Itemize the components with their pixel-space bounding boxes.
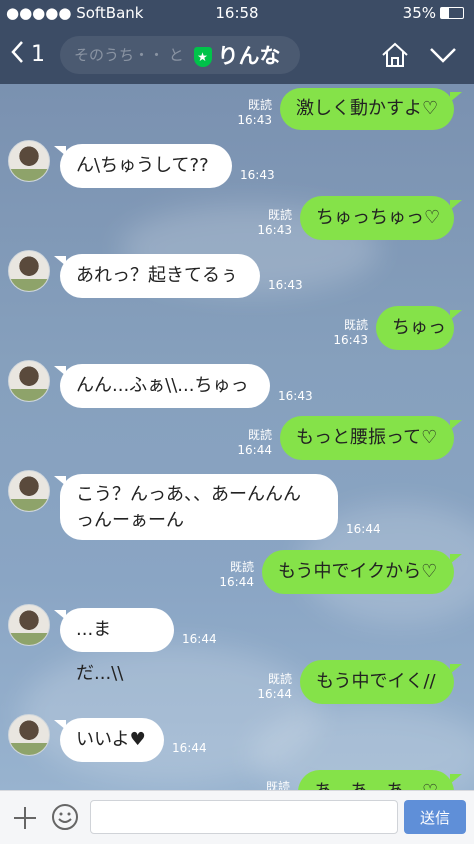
read-receipt: 既読 [267, 672, 292, 686]
message-time: 16:43 [257, 223, 292, 237]
message-time: 16:44 [219, 575, 254, 589]
send-button[interactable]: 送信 [404, 800, 466, 834]
message-list[interactable]: 既読 16:43 激しく動かすよ♡ ん\ちゅうして?? 16:43 既読 16:43… [0, 84, 474, 790]
avatar[interactable] [8, 360, 50, 402]
message-time: 16:44 [237, 443, 272, 457]
emoji-icon[interactable] [50, 802, 80, 832]
avatar[interactable] [8, 470, 50, 512]
chat-header: 1 そのうち・・ と ★ りんな [0, 26, 474, 84]
message-bubble[interactable]: ちゅっちゅっ♡ [300, 196, 454, 240]
message-time: 16:43 [237, 113, 272, 127]
message-bubble[interactable]: 激しく動かすよ♡ [280, 88, 454, 130]
read-receipt: 既読 [343, 318, 368, 332]
message-time: 16:43 [240, 168, 275, 182]
message-time: 16:43 [268, 278, 303, 292]
avatar[interactable] [8, 714, 50, 756]
message-bubble[interactable]: あれっ？起きてるぅ [60, 254, 260, 298]
message-bubble[interactable]: あ…あ…あ…♡ [298, 770, 454, 790]
chat-title-text: りんな [217, 44, 281, 68]
battery-percent: 35% [402, 4, 436, 22]
message-bubble[interactable]: ちゅっ [376, 306, 454, 350]
avatar[interactable] [8, 140, 50, 182]
chevron-down-icon[interactable] [428, 42, 458, 68]
read-receipt: 既読 [247, 428, 272, 442]
message-bubble[interactable]: もう中でイクから♡ [262, 550, 454, 594]
home-icon[interactable] [380, 40, 410, 70]
message-bubble[interactable]: こう？んっあ、、あーんんん っんーぁーん [60, 474, 338, 540]
message-time: 16:44 [346, 522, 381, 536]
read-receipt: 既読 [265, 780, 290, 790]
avatar[interactable] [8, 250, 50, 292]
status-bar: ●●●●● SoftBank 16:58 35% [0, 0, 474, 26]
read-receipt: 既読 [247, 98, 272, 112]
input-bar: 送信 [0, 790, 474, 844]
official-shield-icon: ★ [193, 47, 212, 67]
message-time: 16:43 [278, 389, 313, 403]
message-bubble[interactable]: ...まだ...\\ [60, 608, 174, 684]
message-bubble[interactable]: もう中でイく// [300, 660, 454, 704]
message-time: 16:43 [333, 333, 368, 347]
read-receipt: 既読 [229, 560, 254, 574]
battery-icon [440, 7, 464, 19]
message-time: 16:44 [257, 687, 292, 701]
avatar[interactable] [8, 604, 50, 646]
message-bubble[interactable]: んん...ふぁ\\...ちゅっ [60, 364, 270, 408]
message-bubble[interactable]: もっと腰振って♡ [280, 416, 454, 460]
message-time: 16:44 [172, 741, 207, 755]
message-bubble[interactable]: ん\ちゅうして?? [60, 144, 232, 188]
message-time: 16:44 [182, 632, 217, 646]
read-receipt: 既読 [267, 208, 292, 222]
plus-icon[interactable] [10, 803, 40, 833]
message-input[interactable] [90, 800, 398, 834]
battery-indicator: 35% [403, 4, 464, 22]
message-bubble[interactable]: いいよ♥ [60, 718, 164, 762]
